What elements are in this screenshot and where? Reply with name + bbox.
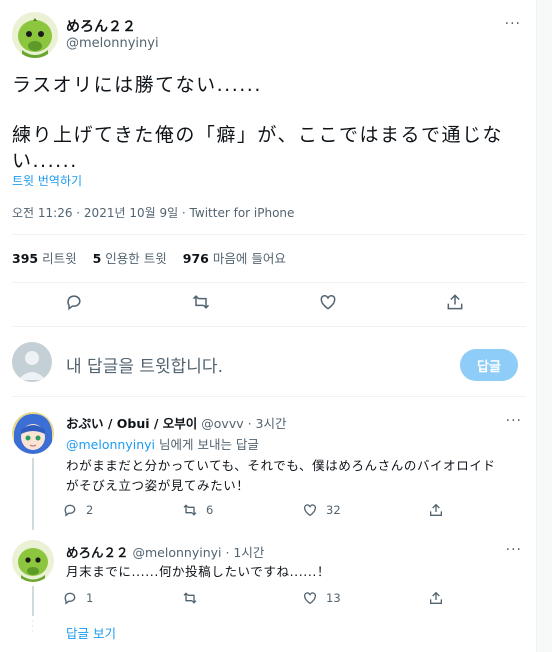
divider — [12, 234, 526, 235]
like-count[interactable]: 13 — [302, 590, 341, 606]
like-icon[interactable] — [316, 290, 340, 314]
tweet-text-line1: ラスオリには勝てない...... — [12, 74, 262, 96]
retweet-icon — [183, 504, 197, 516]
show-replies-link[interactable]: 답글 보기 — [66, 623, 116, 642]
replying-to: @melonnyinyi 님에게 보내는 답글 — [66, 437, 259, 452]
reply-count[interactable]: 1 — [62, 590, 93, 606]
tweet-header: めろん２２ @melonnyinyi ··· — [12, 10, 527, 60]
divider — [12, 326, 526, 327]
reply-actions: 2 6 32 — [62, 502, 482, 522]
translate-tweet-link[interactable]: 트윗 번역하기 — [12, 172, 82, 189]
reply-button[interactable]: 답글 — [460, 349, 518, 381]
reply-more-icon[interactable]: ··· — [506, 413, 522, 429]
thread-dots: · · · — [31, 617, 34, 637]
share-icon[interactable] — [443, 290, 467, 314]
reply-more-icon[interactable]: ··· — [506, 542, 522, 558]
divider — [12, 282, 526, 283]
tweet-actions — [0, 288, 537, 318]
retweet-icon — [183, 592, 197, 604]
user-avatar[interactable] — [12, 342, 52, 382]
quotes-stat[interactable]: 5 인용한 트윗 — [93, 248, 167, 267]
reply-actions: 1 13 — [62, 590, 482, 610]
share-icon[interactable] — [428, 590, 444, 606]
reply-text-line: がそびえ立つ姿が見てみたい！ — [66, 478, 250, 493]
reply-icon — [64, 504, 76, 517]
thread-line — [32, 586, 34, 616]
more-options-icon[interactable]: ··· — [505, 16, 521, 32]
reply-text-line: わがままだと分かっていても、それでも、僕はめろんさんのバイオロイド — [66, 458, 496, 473]
like-count[interactable]: 32 — [302, 502, 341, 518]
like-icon — [304, 504, 316, 517]
reply-count[interactable]: 2 — [62, 502, 93, 518]
reply-input[interactable]: 내 답글을 트윗합니다. — [66, 352, 223, 377]
reply-icon[interactable] — [62, 290, 86, 314]
tweet-stats: 395 리트윗 5 인용한 트윗 976 마음에 들어요 — [12, 248, 286, 267]
tweet-text-line3: い...... — [12, 150, 78, 172]
tweet-detail-panel: めろん２２ @melonnyinyi ··· ラスオリには勝てない...... … — [0, 0, 537, 652]
retweet-count[interactable] — [182, 590, 206, 606]
tweet-text-line2: 練り上げてきた俺の「癖」が、ここではまるで通じな — [12, 124, 504, 146]
share-icon[interactable] — [428, 502, 444, 518]
retweet-icon[interactable] — [189, 290, 213, 314]
reply-avatar[interactable] — [12, 412, 54, 454]
reply-text-line: 月末までに......何か投稿したいですね......！ — [66, 564, 331, 579]
likes-stat[interactable]: 976 마음에 들어요 — [183, 248, 286, 267]
author-name[interactable]: めろん２２ — [66, 16, 136, 36]
reply-author-line[interactable]: めろん２２ @melonnyinyi · 1시간 — [66, 542, 264, 561]
reply-author-line[interactable]: おぷい / Obui / 오부이 @ovvv · 3시간 — [66, 413, 287, 432]
retweets-stat[interactable]: 395 리트윗 — [12, 248, 77, 267]
thread-line — [32, 458, 34, 530]
author-avatar[interactable] — [12, 12, 58, 58]
like-icon — [304, 592, 316, 605]
reply-icon — [64, 592, 76, 605]
reply-avatar[interactable] — [12, 540, 54, 582]
mention-link[interactable]: @melonnyinyi — [66, 437, 155, 452]
author-handle[interactable]: @melonnyinyi — [66, 36, 159, 51]
divider — [12, 396, 526, 397]
scrollbar[interactable] — [537, 0, 552, 652]
retweet-count[interactable]: 6 — [182, 502, 213, 518]
tweet-timestamp-source[interactable]: 오전 11:26 · 2021년 10월 9일 · Twitter for iP… — [12, 204, 294, 221]
